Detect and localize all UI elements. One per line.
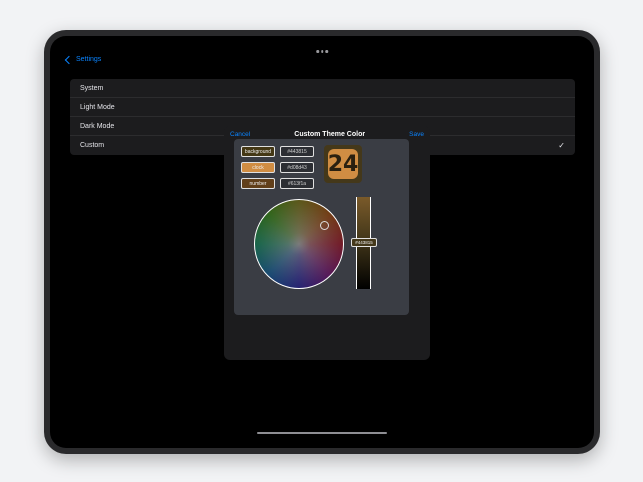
theme-option-system[interactable]: System bbox=[70, 79, 575, 98]
back-button[interactable]: Settings bbox=[64, 55, 102, 64]
clock-color-chip[interactable]: clock bbox=[241, 162, 275, 173]
checkmark-icon: ✓ bbox=[558, 141, 565, 150]
ipad-frame: Settings System Light Mode Dark Mode Cus… bbox=[44, 30, 600, 454]
home-indicator bbox=[257, 431, 387, 434]
clock-preview-number: 24 bbox=[328, 149, 358, 179]
cancel-button[interactable]: Cancel bbox=[230, 131, 250, 138]
save-button[interactable]: Save bbox=[409, 131, 424, 138]
color-wheel-knob[interactable] bbox=[320, 221, 329, 230]
clock-hex-field[interactable]: #d08d43 bbox=[280, 162, 314, 173]
brightness-slider-value[interactable]: #443815 bbox=[351, 238, 377, 247]
chevron-left-icon bbox=[64, 55, 74, 64]
color-wheel[interactable] bbox=[254, 199, 344, 289]
theme-option-label: Custom bbox=[80, 142, 105, 149]
number-hex-field[interactable]: #613f1a bbox=[280, 178, 314, 189]
sheet-title: Custom Theme Color bbox=[294, 130, 366, 138]
screen: Settings System Light Mode Dark Mode Cus… bbox=[50, 36, 594, 448]
theme-option-label: Dark Mode bbox=[80, 122, 115, 130]
background-color-chip[interactable]: background bbox=[241, 146, 275, 157]
back-label: Settings bbox=[76, 56, 102, 63]
number-color-chip[interactable]: number bbox=[241, 178, 275, 189]
color-picker-panel: background #443815 clock #d08d43 number … bbox=[234, 139, 409, 315]
clock-preview: 24 bbox=[324, 145, 362, 183]
theme-option-label: Light Mode bbox=[80, 103, 115, 111]
theme-option-light-mode[interactable]: Light Mode bbox=[70, 98, 575, 117]
multitasking-dots-icon[interactable] bbox=[316, 50, 328, 53]
theme-option-label: System bbox=[80, 84, 104, 92]
background-hex-field[interactable]: #443815 bbox=[280, 146, 314, 157]
